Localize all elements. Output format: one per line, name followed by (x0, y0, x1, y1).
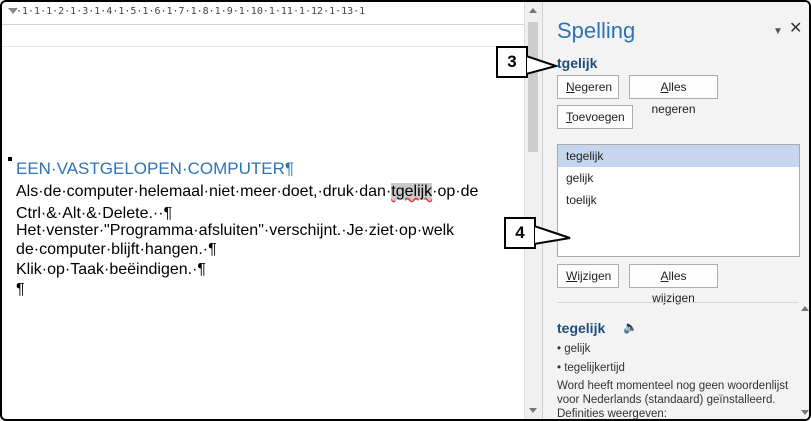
accesskey: W (566, 269, 578, 283)
definition-item: • tegelijkertijd (557, 362, 625, 374)
document-line-4[interactable]: de·computer·blijft·hangen.·¶ (16, 241, 217, 259)
definition-item: • gelijk (557, 343, 591, 355)
pane-scrollbar[interactable] (801, 302, 809, 419)
scroll-up-icon[interactable] (801, 306, 809, 311)
button-label: ijzigen (577, 269, 612, 283)
callout-3: 3 (496, 46, 528, 78)
line-text: Als·de·computer·helemaal·niet·meer·doet,… (16, 183, 392, 200)
misspelled-word-label: tgelijk (557, 55, 598, 71)
suggestions-list[interactable]: tegelijk gelijk toelijk (557, 144, 800, 257)
scroll-down-icon[interactable] (801, 410, 809, 415)
add-button[interactable]: Toevoegen (557, 105, 633, 129)
callout-arrow-icon (534, 224, 571, 246)
document-line-1[interactable]: Als·de·computer·helemaal·niet·meer·doet,… (16, 183, 478, 201)
document-line-2[interactable]: Ctrl·&·Alt·&·Delete.··¶ (16, 205, 172, 223)
horizontal-ruler[interactable]: ·1·1·1·2·1·3·1·4·1·5·1·6·1·7·1·8·1·9·1·1… (2, 2, 524, 25)
change-all-button[interactable]: Alles wijzigen (629, 264, 718, 305)
accesskey: N (566, 80, 575, 94)
suggestion-item[interactable]: toelijk (558, 189, 799, 211)
dropdown-icon[interactable]: ▼ (773, 26, 783, 37)
definition-note: Word heeft momenteel nog geen woordenlij… (557, 380, 789, 420)
document-line-6[interactable]: ¶ (16, 281, 25, 299)
callout-arrow-icon (526, 54, 560, 76)
misspelled-word[interactable]: tgelijk (391, 183, 433, 200)
callout-4: 4 (504, 217, 536, 249)
ignore-all-button[interactable]: Alles negeren (629, 75, 718, 116)
button-label: lles negeren (651, 80, 696, 116)
speaker-icon[interactable]: 🔈 (623, 320, 638, 334)
word-window: ·1·1·1·2·1·3·1·4·1·5·1·6·1·7·1·8·1·9·1·1… (0, 0, 811, 421)
document-body[interactable]: EEN·VASTGELOPEN·COMPUTER¶ Als·de·compute… (2, 25, 524, 419)
close-icon[interactable]: ✕ (789, 18, 802, 38)
accesskey: A (660, 269, 669, 283)
pane-divider (557, 302, 798, 303)
definition-word: tegelijk (557, 320, 606, 336)
suggestion-item[interactable]: tegelijk (558, 145, 799, 167)
button-label: egeren (574, 80, 613, 94)
accesskey: A (660, 80, 669, 94)
paragraph-marker-icon (8, 157, 12, 161)
suggestion-item[interactable]: gelijk (558, 167, 799, 189)
button-label: oevoegen (572, 110, 625, 124)
scroll-down-icon[interactable] (529, 408, 537, 413)
button-label: lles wijzigen (652, 269, 695, 305)
document-heading[interactable]: EEN·VASTGELOPEN·COMPUTER¶ (16, 159, 294, 179)
ruler-numbers: ·1·1·1·2·1·3·1·4·1·5·1·6·1·7·1·8·1·9·1·1… (16, 6, 366, 17)
line-text: ·op·de (432, 183, 479, 200)
document-line-5[interactable]: Klik·op·Taak·beëindigen.·¶ (16, 261, 206, 279)
document-line-3[interactable]: Het·venster·"Programma·afsluiten"·versch… (16, 222, 454, 240)
spelling-pane: Spelling ▼ ✕ tgelijk Negeren Alles neger… (542, 2, 809, 420)
scroll-thumb[interactable] (528, 22, 538, 152)
pane-title: Spelling (557, 18, 636, 43)
ignore-button[interactable]: Negeren (557, 75, 619, 99)
scroll-up-icon[interactable] (529, 8, 537, 13)
change-button[interactable]: Wijzigen (557, 264, 619, 288)
